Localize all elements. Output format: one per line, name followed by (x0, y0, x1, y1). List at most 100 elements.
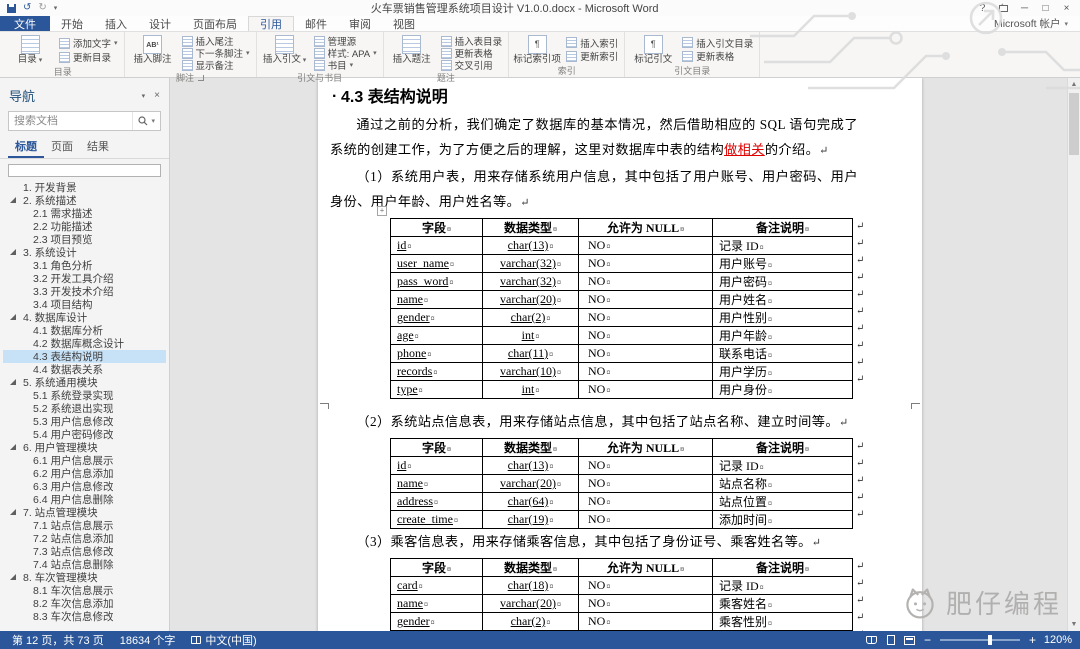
zoom-slider[interactable] (940, 635, 1020, 645)
ribbon-button-large[interactable]: 插入脚注 (129, 34, 177, 72)
doc-table[interactable]: 字段数据类型允许为 NULL备注说明idchar(13)NO记录 IDuser_… (390, 218, 853, 399)
nav-heading-item[interactable]: 3.1 角色分析 (3, 259, 166, 272)
scrollbar-down-icon[interactable]: ▼ (1068, 618, 1080, 631)
ribbon-tab[interactable]: 页面布局 (182, 16, 248, 31)
help-icon[interactable]: ? (972, 1, 993, 16)
ribbon-button-large[interactable]: 插入引文 ▾ (261, 34, 309, 72)
zoom-out-icon[interactable]: − (920, 633, 935, 647)
nav-tab[interactable]: 标题 (8, 137, 44, 158)
nav-heading-item[interactable]: 3.4 项目结构 (3, 298, 166, 311)
nav-close-icon[interactable]: × (154, 90, 160, 101)
nav-heading-item[interactable]: 2.2 功能描述 (3, 220, 166, 233)
nav-heading-item[interactable]: 4.2 数据库概念设计 (3, 337, 166, 350)
nav-heading-item[interactable]: 2.3 项目预览 (3, 233, 166, 246)
nav-heading-item[interactable]: 8.1 车次信息展示 (3, 584, 166, 597)
ribbon-tab[interactable]: 邮件 (294, 16, 338, 31)
word-count[interactable]: 18634 个字 (112, 631, 184, 649)
account-button[interactable]: Microsoft 帐户 ▾ (994, 16, 1080, 31)
nav-heading-item[interactable]: 7.3 站点信息修改 (3, 545, 166, 558)
doc-table[interactable]: 字段数据类型允许为 NULL备注说明cardchar(18)NO记录 IDnam… (390, 558, 853, 631)
dialog-launcher-icon[interactable] (198, 74, 205, 81)
nav-heading-item[interactable]: 3.2 开发工具介绍 (3, 272, 166, 285)
print-layout-view-icon[interactable] (882, 634, 899, 647)
ribbon-tab[interactable]: 审阅 (338, 16, 382, 31)
minimize-icon[interactable]: ─ (1014, 1, 1035, 16)
collapse-triangle-icon[interactable] (10, 379, 16, 385)
ribbon-button-small[interactable]: 书目 ▾ (312, 59, 379, 72)
nav-heading-item[interactable]: 6. 用户管理模块 (3, 441, 166, 454)
ribbon-tab[interactable]: 插入 (94, 16, 138, 31)
ribbon-display-options-icon[interactable] (993, 1, 1014, 16)
ribbon-button-small[interactable]: 插入引文目录 (680, 37, 755, 50)
search-input[interactable] (9, 115, 133, 127)
zoom-level[interactable]: 120% (1042, 634, 1076, 646)
collapse-triangle-icon[interactable] (10, 574, 16, 580)
collapse-triangle-icon[interactable] (10, 444, 16, 450)
nav-tab[interactable]: 页面 (44, 137, 80, 158)
page-indicator[interactable]: 第 12 页，共 73 页 (4, 631, 112, 649)
ribbon-tab[interactable]: 文件 (0, 16, 50, 31)
collapse-triangle-icon[interactable] (10, 249, 16, 255)
web-layout-view-icon[interactable] (901, 634, 918, 647)
ribbon-button-small[interactable]: 插入索引 (564, 37, 620, 50)
close-icon[interactable]: × (1056, 1, 1077, 16)
nav-heading-item[interactable]: 2.1 需求描述 (3, 207, 166, 220)
ribbon-button-small[interactable]: 更新索引 (564, 50, 620, 63)
ribbon-button-small[interactable]: 更新目录 (57, 51, 120, 64)
nav-heading-item[interactable]: 6.2 用户信息添加 (3, 467, 166, 480)
ribbon-button-small[interactable]: 显示备注 (180, 59, 252, 72)
read-mode-view-icon[interactable] (863, 634, 880, 647)
nav-heading-item[interactable]: 5.3 用户信息修改 (3, 415, 166, 428)
scrollbar-up-icon[interactable]: ▲ (1068, 78, 1080, 91)
ribbon-tab[interactable]: 视图 (382, 16, 426, 31)
nav-heading-item[interactable]: 5.4 用户密码修改 (3, 428, 166, 441)
nav-heading-item[interactable]: 5. 系统通用模块 (3, 376, 166, 389)
ribbon-button-large[interactable]: 插入题注 (388, 34, 436, 72)
doc-table[interactable]: 字段数据类型允许为 NULL备注说明idchar(13)NO记录 IDnamev… (390, 438, 853, 529)
nav-heading-item[interactable]: 2. 系统描述 (3, 194, 166, 207)
collapse-triangle-icon[interactable] (10, 314, 16, 320)
nav-heading-item[interactable]: 4. 数据库设计 (3, 311, 166, 324)
nav-heading-item[interactable]: 7.2 站点信息添加 (3, 532, 166, 545)
ribbon-button-small[interactable]: 添加文字 ▾ (57, 37, 120, 50)
zoom-slider-thumb[interactable] (988, 635, 992, 645)
nav-options-icon[interactable]: ▾ (142, 92, 146, 100)
nav-heading-item[interactable]: 6.1 用户信息展示 (3, 454, 166, 467)
ribbon-tab[interactable]: 设计 (138, 16, 182, 31)
ribbon-button-small[interactable]: 交叉引用 (439, 59, 505, 72)
nav-heading-item[interactable]: 4.4 数据表关系 (3, 363, 166, 376)
zoom-in-icon[interactable]: + (1025, 633, 1040, 647)
document-page[interactable]: 4.3 表结构说明 通过之前的分析，我们确定了数据库的基本情况，然后借助相应的 … (318, 78, 922, 631)
nav-heading-item[interactable]: 7.1 站点信息展示 (3, 519, 166, 532)
collapse-triangle-icon[interactable] (10, 509, 16, 515)
scrollbar-thumb[interactable] (1069, 93, 1079, 155)
nav-heading-item[interactable]: 3. 系统设计 (3, 246, 166, 259)
ribbon-tab[interactable]: 引用 (248, 16, 294, 31)
nav-heading-item[interactable]: 6.4 用户信息删除 (3, 493, 166, 506)
nav-heading-item[interactable]: 8.3 车次信息修改 (3, 610, 166, 623)
ribbon-button-large[interactable]: 标记引文 (629, 34, 677, 65)
search-button[interactable]: ▾ (132, 112, 160, 130)
nav-heading-item[interactable]: 4.1 数据库分析 (3, 324, 166, 337)
nav-heading-item[interactable]: 5.2 系统退出实现 (3, 402, 166, 415)
vertical-scrollbar[interactable]: ▲ ▼ (1067, 78, 1080, 631)
maximize-icon[interactable]: □ (1035, 1, 1056, 16)
ribbon-tab[interactable]: 开始 (50, 16, 94, 31)
nav-heading-item[interactable]: 5.1 系统登录实现 (3, 389, 166, 402)
nav-heading-item[interactable]: 8.2 车次信息添加 (3, 597, 166, 610)
ribbon-button-small[interactable]: 更新表格 (680, 50, 755, 63)
table-move-handle[interactable] (377, 206, 387, 216)
undo-icon[interactable]: ↺ (23, 3, 31, 13)
nav-heading-item[interactable]: 7.4 站点信息删除 (3, 558, 166, 571)
ribbon-button-large[interactable]: 目录 ▾ (6, 34, 54, 66)
redo-icon[interactable]: ↻ (38, 3, 46, 13)
nav-heading-item[interactable]: 1. 开发背景 (3, 181, 166, 194)
collapse-triangle-icon[interactable] (10, 197, 16, 203)
nav-heading-item[interactable]: 3.3 开发技术介绍 (3, 285, 166, 298)
nav-heading-item[interactable]: 8. 车次管理模块 (3, 571, 166, 584)
nav-heading-item[interactable]: 6.3 用户信息修改 (3, 480, 166, 493)
save-icon[interactable] (7, 3, 16, 13)
nav-heading-item[interactable]: 4.3 表结构说明 (3, 350, 166, 363)
nav-tab[interactable]: 结果 (80, 137, 116, 158)
ribbon-button-large[interactable]: 标记索引项 (513, 34, 561, 65)
